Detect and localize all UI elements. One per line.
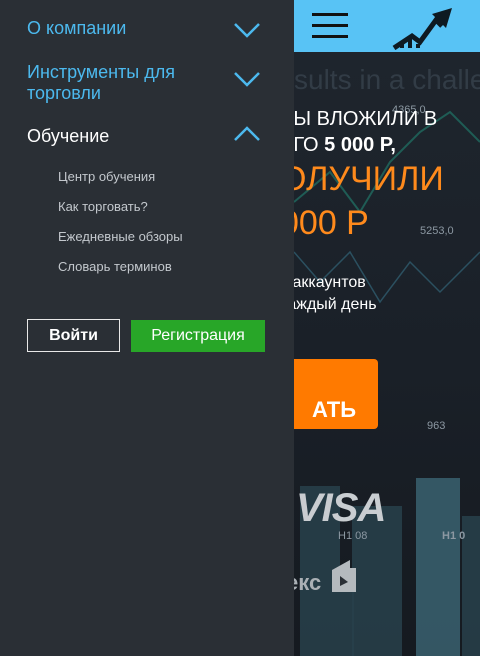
growth-arrow-logo-icon[interactable]: [392, 6, 454, 50]
menu-item-label: Обучение: [27, 126, 110, 146]
submenu-item-learning-center[interactable]: Центр обучения: [58, 169, 155, 184]
ghost-background-text: sults in a challen: [294, 64, 480, 95]
chart-label: H1 08: [338, 530, 368, 542]
visa-logo: VISA: [296, 486, 386, 530]
chevron-down-icon[interactable]: [233, 22, 261, 38]
menu-item-label: Инструменты для торговли: [27, 62, 175, 103]
submenu-item-how-to-trade[interactable]: Как торговать?: [58, 199, 148, 214]
navigation-drawer: О компании Инструменты для торговли Обуч…: [0, 0, 294, 656]
yandex-money-icon: [332, 560, 356, 592]
chevron-up-icon[interactable]: [233, 126, 261, 142]
hero-amount: 5 000 Р,: [324, 134, 396, 156]
login-button[interactable]: Войти: [27, 319, 120, 352]
hero-subtext-2: каждый день: [280, 296, 377, 313]
menu-item-trading-tools[interactable]: Инструменты для торговли: [27, 62, 267, 104]
hero-headline: ОЛУЧИЛИ: [280, 160, 444, 198]
hero-line-2: ЕГО 5 000 Р,: [280, 134, 396, 157]
chart-label: H1 0: [442, 530, 466, 542]
chevron-down-icon[interactable]: [233, 71, 261, 87]
menu-item-education[interactable]: Обучение: [27, 126, 267, 147]
hamburger-icon[interactable]: [312, 13, 348, 39]
menu-item-label: О компании: [27, 18, 127, 38]
hero-line-1: ВЫ ВЛОЖИЛИ В: [280, 108, 438, 130]
submenu-item-glossary[interactable]: Словарь терминов: [58, 259, 172, 274]
register-button[interactable]: Регистрация: [131, 320, 265, 352]
menu-item-about-company[interactable]: О компании: [27, 18, 267, 39]
chart-label: 5253,0: [420, 225, 454, 237]
chart-label: 963: [427, 420, 446, 432]
submenu-item-daily-reviews[interactable]: Ежедневные обзоры: [58, 229, 183, 244]
